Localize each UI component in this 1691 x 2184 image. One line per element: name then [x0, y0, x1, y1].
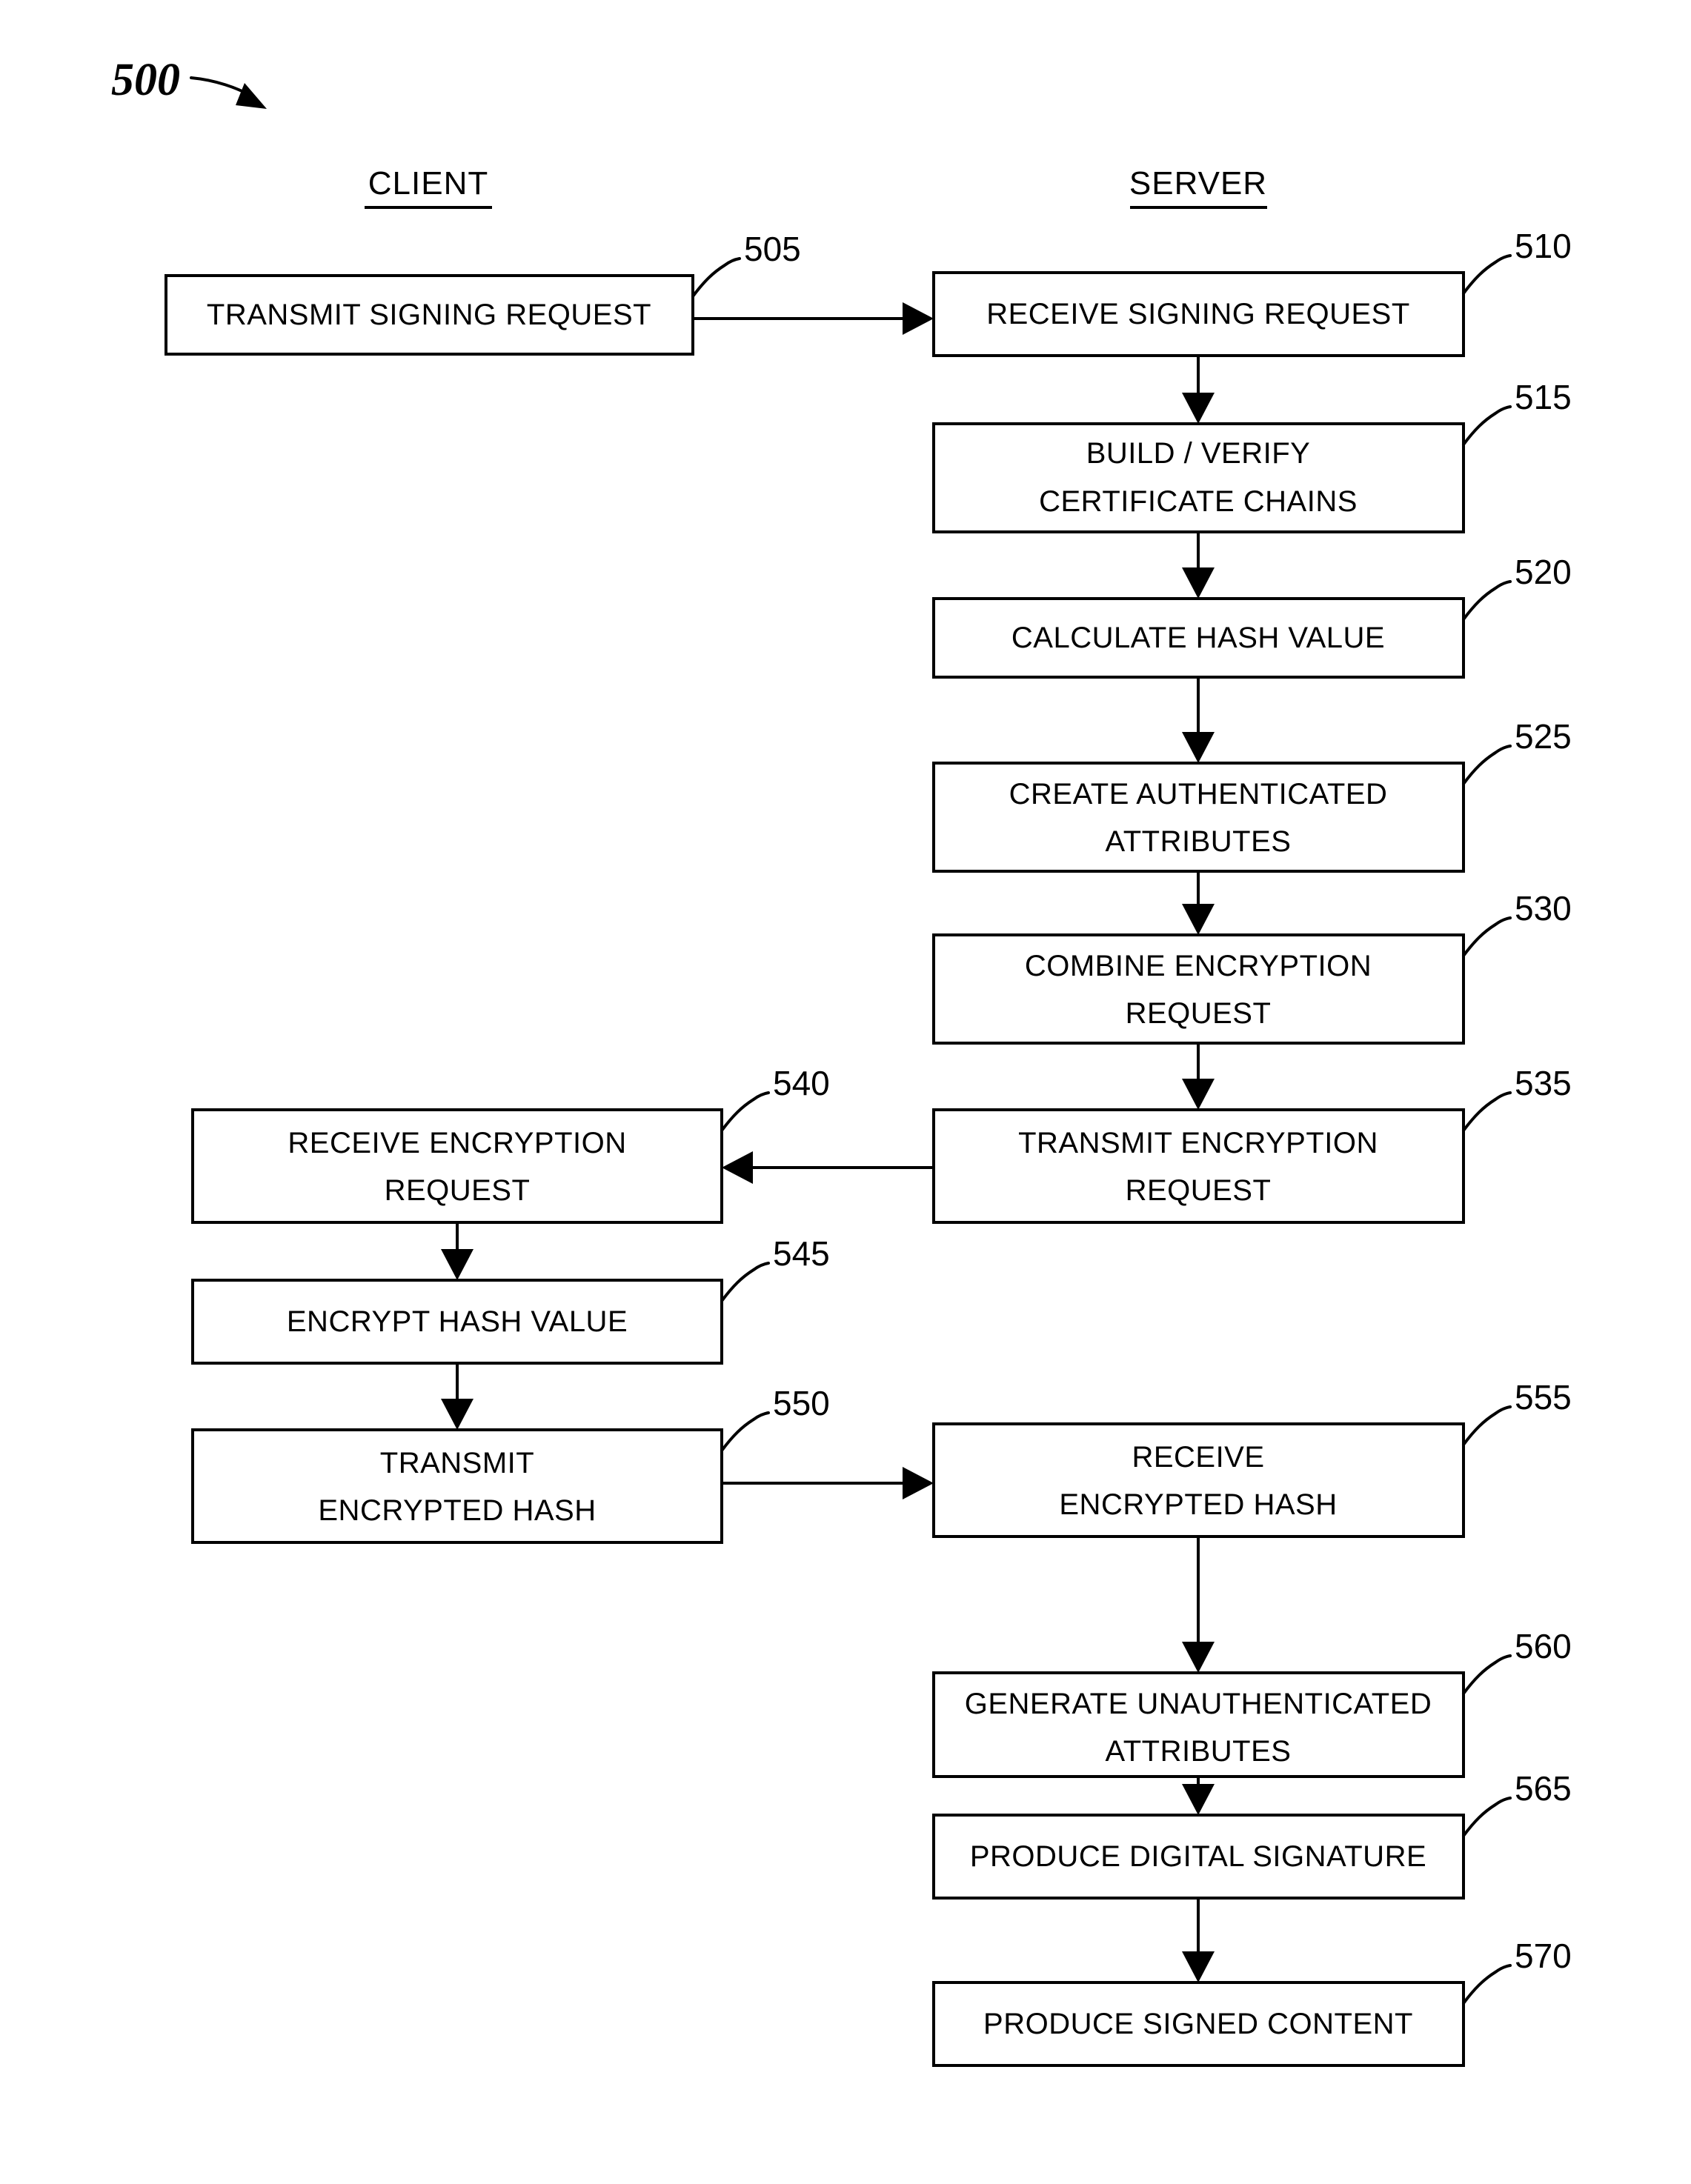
- step-label-525-line2: ATTRIBUTES: [1106, 825, 1292, 858]
- flow-545-to-550: [441, 1363, 474, 1430]
- step-box-545[interactable]: ENCRYPT HASH VALUE: [191, 1279, 723, 1365]
- ref-leader-560: 560: [1462, 1627, 1572, 1695]
- step-label-535-line1: TRANSMIT ENCRYPTION: [1018, 1127, 1378, 1159]
- step-label-530-line2: REQUEST: [1126, 997, 1272, 1030]
- ref-number-525: 525: [1515, 717, 1572, 756]
- ref-number-515: 515: [1515, 378, 1572, 416]
- flow-540-to-545: [441, 1222, 474, 1280]
- column-header-client-label: CLIENT: [368, 165, 488, 202]
- ref-leader-535: 535: [1462, 1064, 1572, 1132]
- step-label-550-line1: TRANSMIT: [380, 1447, 534, 1479]
- step-box-565[interactable]: PRODUCE DIGITAL SIGNATURE: [932, 1814, 1465, 1900]
- step-label-540-line2: REQUEST: [385, 1174, 531, 1207]
- step-box-525[interactable]: CREATE AUTHENTICATED ATTRIBUTES: [932, 762, 1465, 873]
- step-label-520: CALCULATE HASH VALUE: [1011, 622, 1385, 654]
- ref-leader-565: 565: [1462, 1769, 1572, 1837]
- flow-530-to-535: [1182, 1043, 1215, 1110]
- column-header-server-label: SERVER: [1129, 165, 1267, 202]
- step-box-510[interactable]: RECEIVE SIGNING REQUEST: [932, 271, 1465, 357]
- step-label-515-line2: CERTIFICATE CHAINS: [1039, 485, 1358, 518]
- column-header-server: SERVER: [1129, 165, 1267, 209]
- ref-leader-540: 540: [720, 1064, 830, 1132]
- step-label-565: PRODUCE DIGITAL SIGNATURE: [970, 1840, 1426, 1873]
- step-label-510: RECEIVE SIGNING REQUEST: [986, 298, 1410, 330]
- ref-number-535: 535: [1515, 1064, 1572, 1102]
- step-label-560-line2: ATTRIBUTES: [1106, 1735, 1292, 1768]
- flow-550-to-555: [722, 1467, 934, 1499]
- step-label-560-line1: GENERATE UNAUTHENTICATED: [965, 1688, 1432, 1720]
- step-box-560[interactable]: GENERATE UNAUTHENTICATED ATTRIBUTES: [932, 1671, 1465, 1778]
- ref-leader-570: 570: [1462, 1937, 1572, 2005]
- flow-565-to-570: [1182, 1898, 1215, 1982]
- step-label-570: PRODUCE SIGNED CONTENT: [983, 2008, 1413, 2040]
- flow-535-to-540: [722, 1151, 934, 1184]
- ref-leader-515: 515: [1462, 378, 1572, 446]
- step-box-530[interactable]: COMBINE ENCRYPTION REQUEST: [932, 933, 1465, 1045]
- flow-560-to-565: [1182, 1777, 1215, 1815]
- flow-510-to-515: [1182, 356, 1215, 424]
- step-box-540[interactable]: RECEIVE ENCRYPTION REQUEST: [191, 1108, 723, 1224]
- ref-leader-530: 530: [1462, 889, 1572, 957]
- flow-520-to-525: [1182, 677, 1215, 763]
- figure-number-leader: [190, 76, 267, 109]
- step-label-535-line2: REQUEST: [1126, 1174, 1272, 1207]
- flow-515-to-520: [1182, 532, 1215, 599]
- flowchart-canvas: CLIENT SERVER TRANSMIT SIGNING REQUEST 5…: [111, 55, 1572, 2067]
- ref-leader-555: 555: [1462, 1378, 1572, 1446]
- step-box-515[interactable]: BUILD / VERIFY CERTIFICATE CHAINS: [932, 422, 1465, 533]
- column-header-client: CLIENT: [365, 165, 492, 209]
- ref-number-505: 505: [744, 230, 801, 268]
- ref-leader-520: 520: [1462, 553, 1572, 621]
- step-label-555-line2: ENCRYPTED HASH: [1059, 1488, 1337, 1521]
- figure-number: 500: [111, 55, 180, 105]
- ref-number-570: 570: [1515, 1937, 1572, 1975]
- ref-leader-545: 545: [720, 1234, 830, 1302]
- ref-number-550: 550: [773, 1384, 830, 1422]
- step-box-535[interactable]: TRANSMIT ENCRYPTION REQUEST: [932, 1108, 1465, 1224]
- step-box-555[interactable]: RECEIVE ENCRYPTED HASH: [932, 1422, 1465, 1538]
- step-box-505[interactable]: TRANSMIT SIGNING REQUEST: [165, 274, 694, 356]
- ref-number-540: 540: [773, 1064, 830, 1102]
- ref-number-565: 565: [1515, 1769, 1572, 1808]
- step-label-515-line1: BUILD / VERIFY: [1086, 437, 1311, 470]
- flow-555-to-560: [1182, 1537, 1215, 1673]
- step-label-530-line1: COMBINE ENCRYPTION: [1025, 950, 1372, 982]
- patent-figure-500: CLIENT SERVER TRANSMIT SIGNING REQUEST 5…: [0, 0, 1691, 2184]
- flow-525-to-530: [1182, 871, 1215, 935]
- ref-leader-525: 525: [1462, 717, 1572, 785]
- step-label-555-line1: RECEIVE: [1132, 1441, 1264, 1474]
- step-label-525-line1: CREATE AUTHENTICATED: [1009, 778, 1388, 810]
- step-label-545: ENCRYPT HASH VALUE: [287, 1305, 628, 1338]
- step-label-540-line1: RECEIVE ENCRYPTION: [288, 1127, 626, 1159]
- ref-number-555: 555: [1515, 1378, 1572, 1416]
- flow-505-to-510: [693, 302, 934, 335]
- ref-number-545: 545: [773, 1234, 830, 1273]
- ref-number-510: 510: [1515, 227, 1572, 265]
- step-box-570[interactable]: PRODUCE SIGNED CONTENT: [932, 1981, 1465, 2067]
- ref-leader-510: 510: [1462, 227, 1572, 295]
- step-label-505: TRANSMIT SIGNING REQUEST: [207, 299, 651, 331]
- ref-leader-550: 550: [720, 1384, 830, 1452]
- ref-number-530: 530: [1515, 889, 1572, 928]
- step-box-520[interactable]: CALCULATE HASH VALUE: [932, 597, 1465, 679]
- step-label-550-line2: ENCRYPTED HASH: [318, 1494, 596, 1527]
- ref-number-560: 560: [1515, 1627, 1572, 1665]
- ref-number-520: 520: [1515, 553, 1572, 591]
- ref-leader-505: 505: [691, 230, 801, 298]
- step-box-550[interactable]: TRANSMIT ENCRYPTED HASH: [191, 1428, 723, 1544]
